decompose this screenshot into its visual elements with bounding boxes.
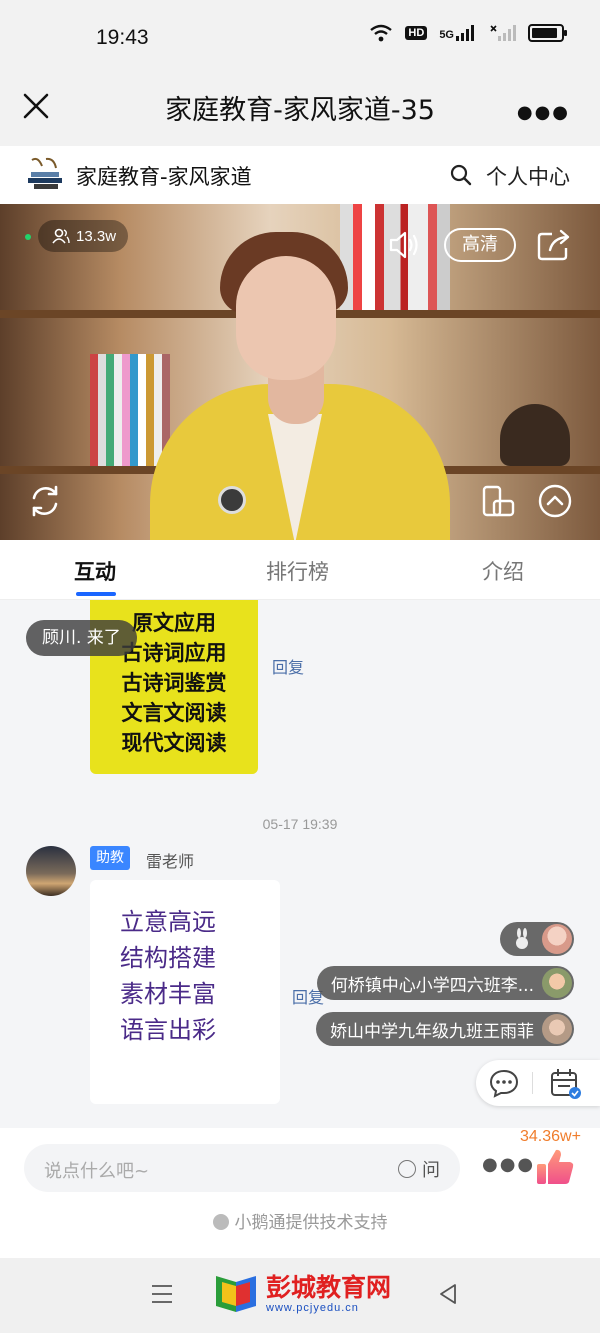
users-icon xyxy=(52,228,70,244)
ask-label: 问 xyxy=(422,1160,440,1181)
message-timestamp: 05-17 19:39 xyxy=(262,816,338,832)
back-icon[interactable] xyxy=(436,1282,460,1306)
thumbs-up-icon[interactable] xyxy=(534,1146,576,1188)
card-line: 素材丰富 xyxy=(120,980,216,1008)
live-indicator xyxy=(25,234,31,240)
gift-notification xyxy=(500,922,574,956)
radio-icon xyxy=(398,1160,416,1178)
status-bar: 19:43 HD 5G xyxy=(0,0,600,76)
more-actions-icon[interactable]: ●●● xyxy=(482,1154,535,1175)
share-icon[interactable] xyxy=(536,228,572,262)
powered-by-text: 小鹅通提供技术支持 xyxy=(234,1213,388,1233)
poster-line: 古诗词鉴赏 xyxy=(121,671,227,695)
viewer-count-badge: 13.3w xyxy=(38,220,129,252)
poster-line: 文言文阅读 xyxy=(121,701,227,725)
brooch xyxy=(218,486,246,514)
like-count: 34.36w+ xyxy=(520,1128,581,1145)
gift-sender-text: 何桥镇中心小学四六班李... xyxy=(330,975,534,996)
bookshelf xyxy=(0,466,160,474)
volume-icon[interactable] xyxy=(388,230,422,260)
menu-icon[interactable] xyxy=(150,1282,174,1306)
tab-introduction[interactable]: 介绍 xyxy=(482,556,524,586)
rabbit-icon xyxy=(516,928,528,949)
watermark-name: 彭城教育网 xyxy=(266,1273,392,1302)
divider xyxy=(532,1072,533,1094)
chat-bubble-icon[interactable] xyxy=(488,1068,520,1098)
channel-header: 家庭教育-家风家道 个人中心 xyxy=(0,146,600,204)
gift-notification: 娇山中学九年级九班王雨菲 xyxy=(316,1012,574,1046)
watermark-url: www.pcjyedu.cn xyxy=(266,1302,359,1314)
rotate-screen-icon[interactable] xyxy=(480,484,516,520)
battery-icon xyxy=(528,24,567,42)
hd-icon: HD xyxy=(405,26,428,40)
chat-feed[interactable]: 原文应用 古诗词应用 古诗词鉴赏 文言文阅读 现代文阅读 回复 顾川. 来了 0… xyxy=(0,600,600,1128)
sender-name: 雷老师 xyxy=(146,852,195,871)
page-title: 家庭教育-家风家道-35 xyxy=(165,95,435,126)
channel-name[interactable]: 家庭教育-家风家道 xyxy=(76,161,252,191)
checkin-calendar-icon[interactable] xyxy=(548,1066,582,1100)
presenter-face xyxy=(236,256,336,380)
watermark-logo xyxy=(216,1276,256,1312)
channel-logo[interactable] xyxy=(26,156,64,194)
watermark: 彭城教育网 www.pcjyedu.cn xyxy=(212,1272,391,1316)
avatar xyxy=(542,1014,572,1044)
input-bar: 说点什么吧~ 问 ●●● 34.36w+ 小鹅通提供技术支持 xyxy=(0,1128,600,1258)
collapse-up-icon[interactable] xyxy=(536,482,574,520)
live-video-player[interactable]: 13.3w 高清 xyxy=(0,204,600,540)
avatar[interactable] xyxy=(26,846,76,896)
chat-image-card[interactable]: 立意高远 结构搭建 素材丰富 语言出彩 xyxy=(90,880,280,1104)
card-line: 立意高远 xyxy=(120,908,216,936)
signal-5g-icon: 5G xyxy=(439,25,478,41)
join-notification: 顾川. 来了 xyxy=(26,620,137,656)
tab-bar: 互动 排行榜 介绍 xyxy=(0,540,600,600)
system-navigation-bar: 彭城教育网 www.pcjyedu.cn xyxy=(0,1258,600,1333)
role-badge: 助教 xyxy=(90,846,130,870)
floating-action-bar xyxy=(476,1060,600,1106)
avatar xyxy=(542,924,572,954)
reply-link[interactable]: 回复 xyxy=(272,654,304,678)
vase xyxy=(500,404,570,466)
avatar xyxy=(542,968,572,998)
chat-input[interactable]: 说点什么吧~ 问 xyxy=(24,1144,460,1192)
card-line: 结构搭建 xyxy=(120,944,216,972)
more-icon[interactable]: ●●● xyxy=(517,102,570,123)
bookshelf xyxy=(440,466,600,474)
status-icons: HD 5G xyxy=(369,24,567,42)
xiaoe-logo-icon xyxy=(212,1214,229,1230)
active-tab-indicator xyxy=(76,592,116,596)
search-icon[interactable] xyxy=(450,164,472,186)
refresh-icon[interactable] xyxy=(26,482,64,520)
nav-bar: 家庭教育-家风家道-35 ●●● xyxy=(0,76,600,146)
books xyxy=(90,354,170,466)
chat-input-placeholder: 说点什么吧~ xyxy=(44,1161,150,1182)
wifi-icon xyxy=(370,24,393,42)
tab-ranking[interactable]: 排行榜 xyxy=(266,556,329,586)
poster-line: 现代文阅读 xyxy=(121,731,227,755)
powered-by: 小鹅通提供技术支持 xyxy=(0,1208,600,1233)
personal-center-link[interactable]: 个人中心 xyxy=(486,161,570,191)
status-time: 19:43 xyxy=(96,26,149,49)
ask-question-toggle[interactable]: 问 xyxy=(398,1156,440,1182)
quality-button[interactable]: 高清 xyxy=(444,228,516,262)
tab-interaction[interactable]: 互动 xyxy=(74,556,116,586)
signal-empty-icon xyxy=(490,25,516,41)
gift-notification: 何桥镇中心小学四六班李... xyxy=(316,966,574,1000)
gift-sender-text: 娇山中学九年级九班王雨菲 xyxy=(330,1021,534,1042)
card-line: 语言出彩 xyxy=(120,1016,216,1044)
viewer-count: 13.3w xyxy=(76,227,117,245)
